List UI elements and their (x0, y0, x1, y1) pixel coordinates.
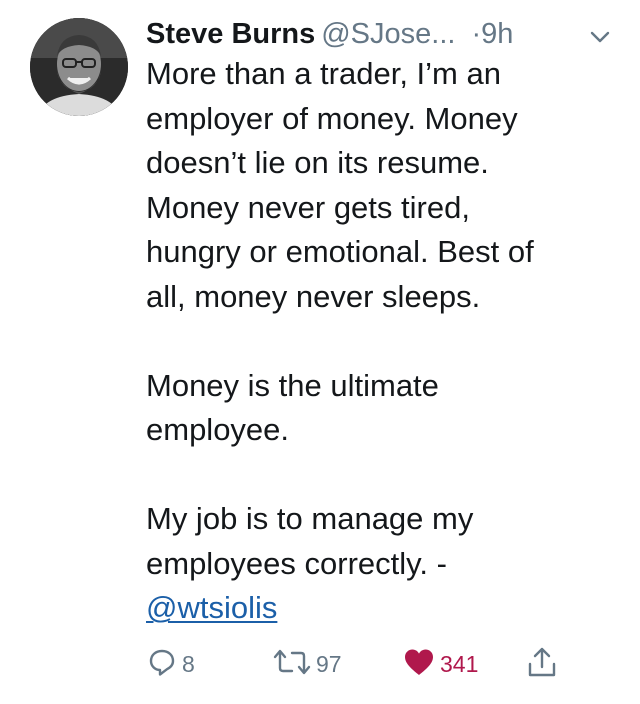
retweet-button[interactable]: 97 (272, 644, 342, 684)
text-line: hungry or emotional. Best of (146, 234, 534, 269)
avatar[interactable] (30, 18, 128, 116)
text-line: More than a trader, I’m an (146, 56, 501, 91)
text-line: employees correctly. - (146, 545, 447, 581)
tweet-card: Steve Burns @SJose... ·9h More than a trad… (0, 0, 640, 704)
tweet-paragraph-1: More than a trader, I’m an employer of m… (146, 52, 616, 319)
author-handle[interactable]: @SJose... (321, 18, 455, 50)
tweet-actions: 8 97 341 (0, 644, 640, 688)
text-line: My job is to manage my (146, 501, 474, 536)
timestamp[interactable]: 9h (481, 18, 513, 50)
tweet-header: Steve Burns @SJose... ·9h (146, 12, 616, 56)
mention-link[interactable]: @wtsiolis (146, 590, 277, 625)
reply-count: 8 (182, 650, 195, 677)
share-button[interactable] (526, 644, 558, 684)
text-line: employee. (146, 412, 290, 447)
text-line: all, money never sleeps. (146, 278, 481, 314)
text-line: Money never gets tired, (146, 189, 470, 225)
reply-icon (146, 646, 178, 683)
tweet-paragraph-2: Money is the ultimate employee. (146, 364, 616, 453)
tweet-paragraph-3: My job is to manage my employees correct… (146, 497, 616, 631)
text-line: doesn’t lie on its resume. (146, 145, 489, 180)
text-line: employer of money. Money (146, 100, 518, 136)
author-name[interactable]: Steve Burns (146, 18, 315, 50)
retweet-count: 97 (316, 650, 342, 677)
like-count: 341 (440, 650, 479, 677)
heart-icon (402, 646, 436, 683)
separator-dot: · (471, 18, 482, 50)
share-icon (526, 645, 558, 684)
like-button[interactable]: 341 (402, 644, 478, 684)
retweet-icon (272, 646, 312, 683)
text-line: Money is the ultimate (146, 367, 439, 403)
tweet-text: More than a trader, I’m an employer of m… (146, 52, 616, 631)
chevron-down-icon[interactable] (588, 28, 612, 46)
reply-button[interactable]: 8 (146, 644, 195, 684)
